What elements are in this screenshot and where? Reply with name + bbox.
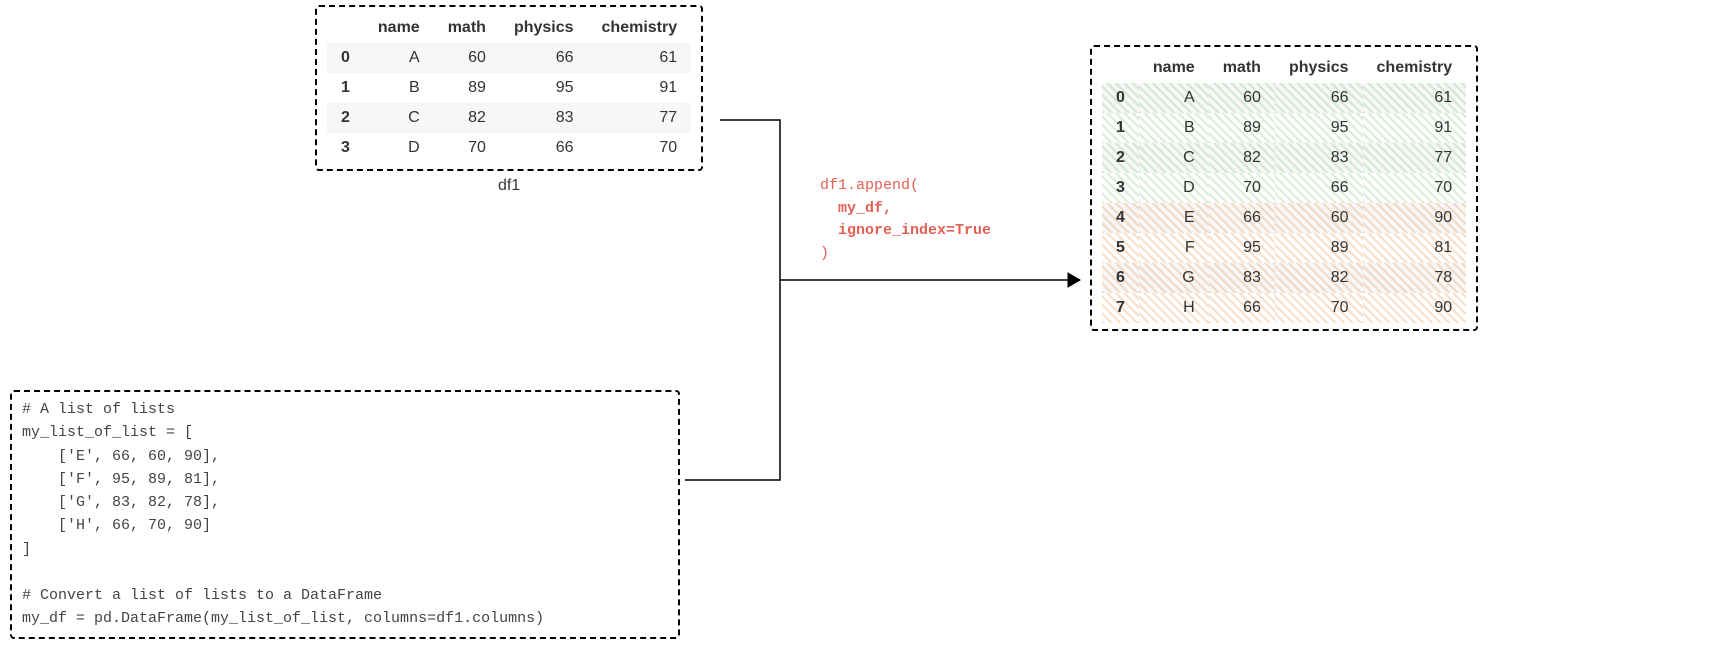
arrowhead-icon xyxy=(1068,273,1080,287)
connector-code xyxy=(685,280,780,480)
connector-df1 xyxy=(720,120,1080,280)
connector-svg xyxy=(0,0,1712,650)
